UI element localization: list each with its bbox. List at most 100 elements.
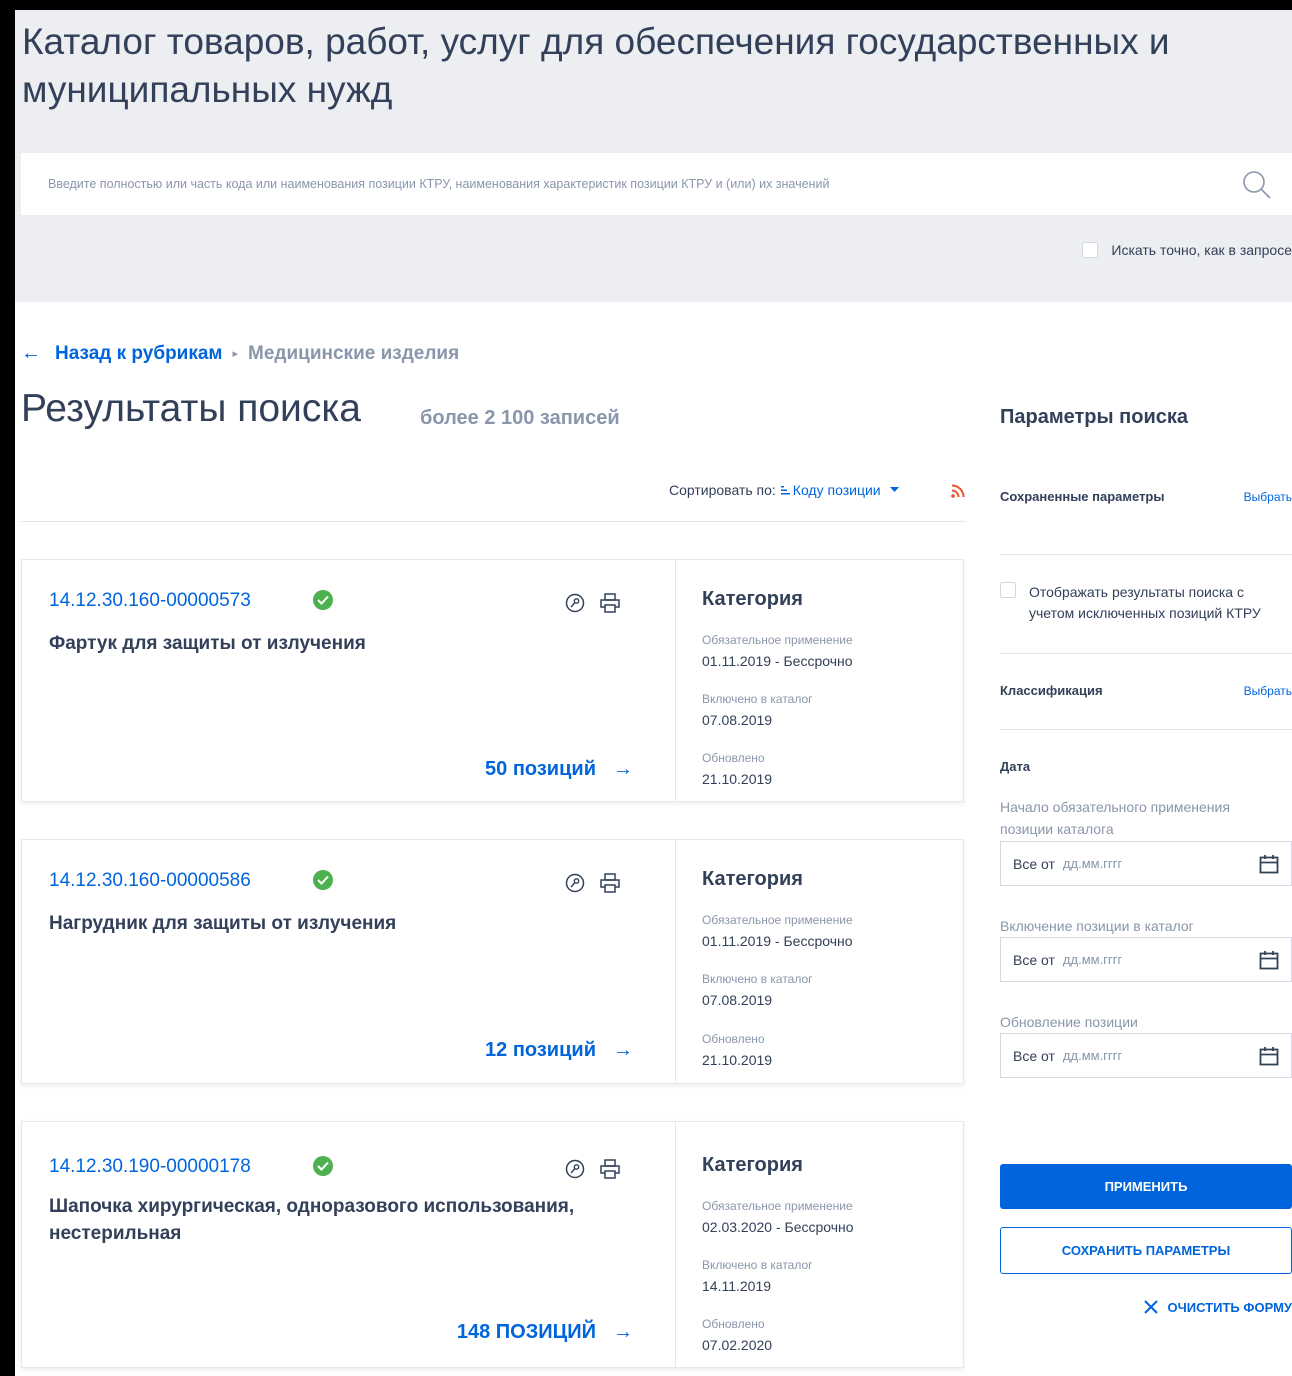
category-title: Категория: [702, 868, 803, 890]
card-positions-count: 50 позиций: [485, 758, 596, 780]
card-name: Фартук для защиты от излучения: [49, 633, 366, 654]
date-field-label: Начало обязательного применения позиции …: [1000, 799, 1230, 837]
card-positions-link[interactable]: 148 ПОЗИЦИЙ →: [457, 1321, 633, 1344]
card-code-link[interactable]: 14.12.30.160-00000573: [49, 590, 251, 612]
results-count: более 2 100 записей: [420, 407, 620, 429]
date-field-label: Включение позиции в каталог: [1000, 918, 1194, 934]
card-meta: Категория Обязательное применение 02.03.…: [675, 1122, 964, 1367]
close-icon: [1143, 1300, 1158, 1314]
sort-order-icon: [780, 486, 790, 495]
card-meta: Категория Обязательное применение 01.11.…: [675, 840, 964, 1083]
clear-form-button[interactable]: ОЧИСТИТЬ ФОРМУ: [1143, 1299, 1292, 1315]
card-code-link[interactable]: 14.12.30.190-00000178: [49, 1156, 251, 1178]
arrow-right-icon: →: [613, 758, 633, 780]
mandatory-label: Обязательное применение: [702, 633, 853, 647]
key-icon[interactable]: [565, 1159, 585, 1179]
check-circle-icon: [313, 1156, 333, 1176]
mandatory-start-date-input[interactable]: Все от дд.мм.гггг: [1000, 841, 1292, 886]
date-prefix: Все от: [1013, 951, 1055, 968]
classification-select-link[interactable]: Выбрать: [1244, 684, 1292, 698]
result-card: 14.12.30.190-00000178 Шапочка хирургичес…: [21, 1121, 964, 1368]
sort-label: Сортировать по:: [669, 482, 776, 498]
caret-down-icon: [889, 487, 899, 492]
excluded-positions-label: Отображать результаты поиска с учетом ис…: [1029, 584, 1261, 621]
card-positions-link[interactable]: 12 позиций →: [485, 1039, 633, 1062]
search-input[interactable]: Введите полностью или часть кода или наи…: [21, 153, 1292, 215]
card-main: 14.12.30.190-00000178 Шапочка хирургичес…: [22, 1122, 675, 1367]
back-to-rubrics-link[interactable]: Назад к рубрикам: [55, 343, 222, 365]
card-positions-count: 12 позиций: [485, 1039, 596, 1061]
date-placeholder: дд.мм.гггг: [1062, 856, 1123, 871]
card-code-link[interactable]: 14.12.30.160-00000586: [49, 870, 251, 892]
updated-value: 21.10.2019: [702, 1052, 773, 1068]
apply-button[interactable]: ПРИМЕНИТЬ: [1000, 1164, 1292, 1209]
calendar-icon[interactable]: [1259, 854, 1279, 874]
date-field-label: Обновление позиции: [1000, 1014, 1138, 1030]
mandatory-value: 01.11.2019 - Бессрочно: [702, 653, 853, 669]
clear-form-label: ОЧИСТИТЬ ФОРМУ: [1167, 1299, 1292, 1315]
sort-control: Сортировать по: Коду позиции: [669, 482, 899, 498]
sidebar-divider: [1000, 554, 1292, 555]
result-card: 14.12.30.160-00000573 Фартук для защиты …: [21, 559, 964, 802]
save-params-button[interactable]: СОХРАНИТЬ ПАРАМЕТРЫ: [1000, 1227, 1292, 1274]
exact-search-option[interactable]: Искать точно, как в запросе: [1082, 242, 1292, 258]
excluded-positions-checkbox[interactable]: [1000, 582, 1016, 598]
sidebar-title: Параметры поиска: [1000, 406, 1188, 428]
print-icon[interactable]: [599, 593, 621, 613]
check-circle-icon: [313, 590, 333, 610]
saved-params-select-link[interactable]: Выбрать: [1244, 490, 1292, 504]
rss-icon[interactable]: [951, 484, 965, 498]
breadcrumb: ← Назад к рубрикам ▸ Медицинские изделия: [21, 342, 459, 365]
card-positions-count: 148 ПОЗИЦИЙ: [456, 1321, 596, 1343]
mandatory-label: Обязательное применение: [702, 913, 853, 927]
card-name: Нагрудник для защиты от излучения: [49, 913, 397, 934]
page-title: Каталог товаров, работ, услуг для обеспе…: [22, 21, 1170, 110]
result-card: 14.12.30.160-00000586 Нагрудник для защи…: [21, 839, 964, 1084]
search-icon[interactable]: [1242, 170, 1272, 200]
updated-label: Обновлено: [702, 1032, 765, 1046]
key-icon[interactable]: [565, 873, 585, 893]
updated-value: 07.02.2020: [702, 1337, 773, 1353]
card-main: 14.12.30.160-00000586 Нагрудник для защи…: [22, 840, 675, 1083]
print-icon[interactable]: [599, 1159, 621, 1179]
date-prefix: Все от: [1013, 1047, 1055, 1064]
date-prefix: Все от: [1013, 855, 1055, 872]
search-placeholder: Введите полностью или часть кода или наи…: [48, 177, 830, 191]
category-title: Категория: [702, 588, 803, 610]
exact-search-label: Искать точно, как в запросе: [1111, 242, 1292, 258]
included-value: 14.11.2019: [702, 1278, 772, 1294]
breadcrumb-current: Медицинские изделия: [248, 342, 460, 364]
updated-label: Обновлено: [702, 751, 765, 765]
included-date-input[interactable]: Все от дд.мм.гггг: [1000, 937, 1292, 982]
card-positions-link[interactable]: 50 позиций →: [485, 758, 633, 781]
arrow-right-icon: →: [613, 1039, 633, 1061]
check-circle-icon: [313, 870, 333, 890]
sort-dropdown[interactable]: Коду позиции: [780, 482, 899, 498]
print-icon[interactable]: [599, 873, 621, 893]
date-placeholder: дд.мм.гггг: [1062, 952, 1123, 967]
calendar-icon[interactable]: [1259, 1046, 1279, 1066]
card-name: Шапочка хирургическая, одноразового испо…: [49, 1196, 575, 1244]
sidebar-divider: [1000, 653, 1292, 654]
page-frame: Каталог товаров, работ, услуг для обеспе…: [15, 10, 1292, 1376]
date-placeholder: дд.мм.гггг: [1062, 1048, 1123, 1063]
sort-value: Коду позиции: [792, 482, 881, 498]
arrow-right-icon: →: [613, 1321, 633, 1343]
saved-params-heading: Сохраненные параметры: [1000, 489, 1165, 504]
exact-search-checkbox[interactable]: [1082, 242, 1099, 258]
calendar-icon[interactable]: [1259, 950, 1279, 970]
date-heading: Дата: [1000, 759, 1031, 774]
included-value: 07.08.2019: [702, 712, 773, 728]
updated-label: Обновлено: [702, 1317, 765, 1331]
updated-date-input[interactable]: Все от дд.мм.гггг: [1000, 1033, 1292, 1078]
included-label: Включено в каталог: [702, 1258, 813, 1272]
updated-value: 21.10.2019: [702, 771, 773, 787]
key-icon[interactable]: [565, 593, 585, 613]
included-label: Включено в каталог: [702, 692, 813, 706]
header: Каталог товаров, работ, услуг для обеспе…: [15, 10, 1292, 302]
mandatory-value: 02.03.2020 - Бессрочно: [702, 1219, 854, 1235]
back-arrow-icon[interactable]: ←: [21, 342, 41, 365]
mandatory-label: Обязательное применение: [702, 1199, 853, 1213]
results-divider: [21, 521, 965, 522]
breadcrumb-separator-icon: ▸: [232, 348, 239, 360]
